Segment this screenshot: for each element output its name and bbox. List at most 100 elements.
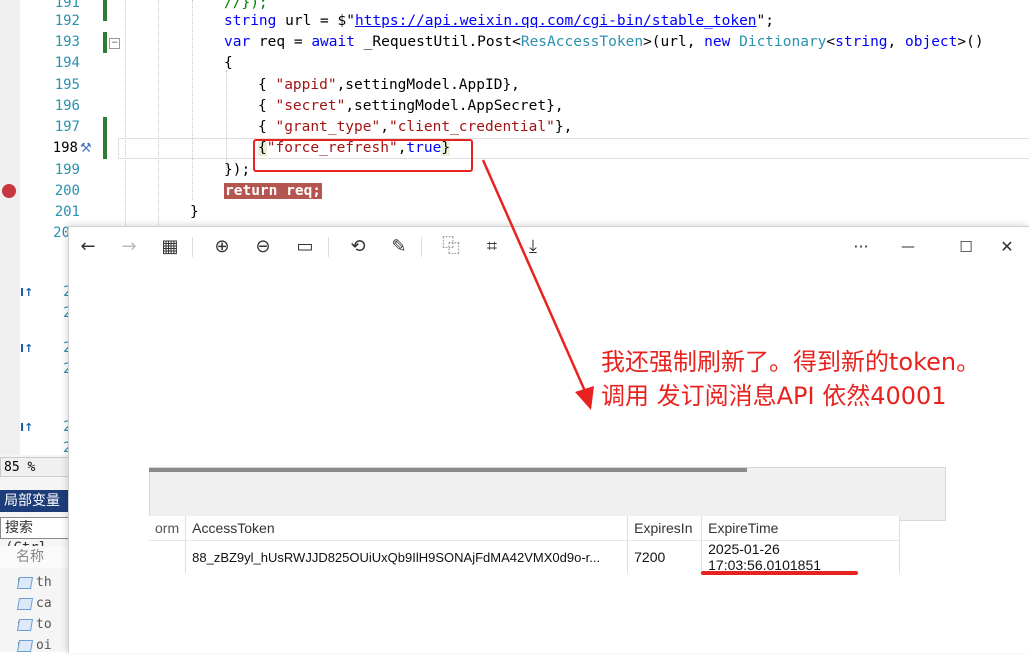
code-token: string: [224, 13, 277, 29]
code-token: <: [826, 34, 836, 50]
return-statement: return req;: [224, 183, 323, 199]
grid-header[interactable]: orm: [149, 516, 187, 541]
code-token: ,settingModel.AppSecret},: [345, 98, 564, 114]
field-icon: [16, 618, 34, 631]
more-options-icon[interactable]: ···: [848, 236, 874, 258]
code-token: "secret": [275, 98, 346, 114]
code-token: >(): [957, 34, 984, 50]
locals-item-label: oi: [36, 638, 52, 653]
code-token: >(url,: [643, 34, 705, 50]
zoom-out-icon[interactable]: ⊖: [250, 236, 276, 258]
locals-column-name[interactable]: 名称: [0, 546, 70, 568]
zoom-level-dropdown[interactable]: 85 %: [0, 457, 70, 477]
grid-cell: 2025-01-26 17:03:56.0101851: [701, 540, 901, 573]
code-line-197[interactable]: { "grant_type","client_credential"},: [258, 117, 572, 138]
code-line-200[interactable]: return req;: [224, 181, 323, 202]
line-number: 200: [54, 183, 80, 199]
codelens-icon[interactable]: I↑: [20, 286, 38, 299]
line-number: 197: [54, 119, 80, 135]
locals-item-label: th: [36, 575, 52, 590]
grid-header[interactable]: ExpireTime: [701, 516, 901, 541]
indent-guide: [158, 0, 159, 225]
locals-item[interactable]: ca: [16, 594, 68, 614]
code-token: "appid": [275, 77, 337, 93]
code-token: await: [311, 34, 355, 50]
code-line-195[interactable]: { "appid",settingModel.AppID},: [258, 75, 520, 96]
field-icon: [16, 597, 34, 610]
locals-item-label: ca: [36, 596, 52, 611]
table-row[interactable]: 88_zBZ9yl_hUsRWJJD825OUiUxQb9IlH9SONAjFd…: [149, 540, 901, 573]
line-number-current: 198: [52, 140, 78, 156]
grid-header-row: orm AccessToken ExpiresIn ExpireTime: [149, 516, 901, 541]
rotate-icon[interactable]: ⟲: [345, 236, 371, 258]
grid-header[interactable]: ExpiresIn: [627, 516, 703, 541]
code-token: Dictionary: [739, 34, 827, 50]
line-number: 193: [54, 34, 80, 50]
codelens-icon[interactable]: I↑: [20, 421, 38, 434]
code-line-193[interactable]: var req = await _RequestUtil.Post<ResAcc…: [224, 32, 984, 53]
save-icon[interactable]: ⤓: [520, 236, 546, 258]
maximize-icon[interactable]: ☐: [953, 236, 979, 258]
translate-icon[interactable]: ⿻: [438, 236, 464, 258]
code-line-201[interactable]: }: [190, 202, 199, 223]
code-token: ";: [756, 13, 775, 29]
toolbar-divider: [328, 237, 329, 257]
back-arrow-icon[interactable]: ←: [75, 236, 101, 258]
code-token: _RequestUtil.Post<: [354, 34, 521, 50]
locals-item-label: to: [36, 617, 52, 632]
annotation-text-line1: 我还强制刷新了。得到新的token。: [601, 348, 981, 376]
collapse-toggle[interactable]: −: [109, 38, 120, 49]
code-line-194[interactable]: {: [224, 53, 233, 74]
annotation-highlight-box: [253, 139, 473, 172]
locals-item[interactable]: oi: [16, 636, 68, 656]
breakpoint-icon[interactable]: [2, 184, 16, 198]
line-number: 196: [54, 98, 80, 114]
toolbar-divider: [421, 237, 422, 257]
text-extract-icon[interactable]: ⌗: [479, 236, 505, 258]
grid-header[interactable]: AccessToken: [185, 516, 629, 541]
locals-panel-title: 局部变量: [0, 490, 70, 512]
close-icon[interactable]: ✕: [994, 236, 1020, 258]
code-token: "client_credential": [388, 119, 555, 135]
minimize-icon[interactable]: —: [895, 236, 921, 258]
result-grid: orm AccessToken ExpiresIn ExpireTime 88_…: [149, 516, 901, 573]
forward-arrow-icon[interactable]: →: [116, 236, 142, 258]
locals-item[interactable]: th: [16, 573, 68, 593]
grid-toolbar-area: [149, 467, 946, 521]
edit-icon[interactable]: ✎: [386, 236, 412, 258]
code-token: ResAccessToken: [520, 34, 644, 50]
line-number: 192: [54, 13, 80, 29]
code-token: {: [258, 119, 276, 135]
url-link[interactable]: https://api.weixin.qq.com/cgi-bin/stable…: [355, 13, 757, 29]
horizontal-scrollbar[interactable]: [149, 468, 747, 472]
code-token: new: [704, 34, 731, 50]
grid-view-icon[interactable]: ▦: [157, 236, 183, 258]
screwdriver-icon[interactable]: ⚒: [80, 141, 92, 156]
zoom-in-icon[interactable]: ⊕: [209, 236, 235, 258]
code-token: },: [554, 119, 573, 135]
field-icon: [16, 639, 34, 652]
code-token: object: [905, 34, 958, 50]
line-number: 20: [53, 225, 70, 241]
locals-search-input[interactable]: 搜索(Ctrl: [0, 517, 70, 556]
code-token: {: [258, 77, 276, 93]
breakpoint-margin[interactable]: [0, 0, 20, 460]
code-token: req =: [250, 34, 312, 50]
fit-to-window-icon[interactable]: ▭: [292, 236, 318, 258]
change-bar: [103, 0, 107, 21]
codelens-icon[interactable]: I↑: [20, 342, 38, 355]
change-bar: [103, 32, 107, 53]
annotation-text-line2: 调用 发订阅消息API 依然40001: [601, 382, 947, 410]
line-number: 201: [54, 204, 80, 220]
code-line-196[interactable]: { "secret",settingModel.AppSecret},: [258, 96, 564, 117]
code-line-199[interactable]: });: [224, 160, 250, 181]
line-number: 195: [54, 77, 80, 93]
code-token: ,settingModel.AppID},: [336, 77, 520, 93]
code-token: "grant_type": [275, 119, 381, 135]
code-token: string: [835, 34, 888, 50]
code-token: ,: [887, 34, 906, 50]
toolbar-divider: [192, 237, 193, 257]
field-icon: [16, 576, 34, 589]
code-line-192[interactable]: string url = $"https://api.weixin.qq.com…: [224, 11, 774, 32]
locals-item[interactable]: to: [16, 615, 68, 635]
